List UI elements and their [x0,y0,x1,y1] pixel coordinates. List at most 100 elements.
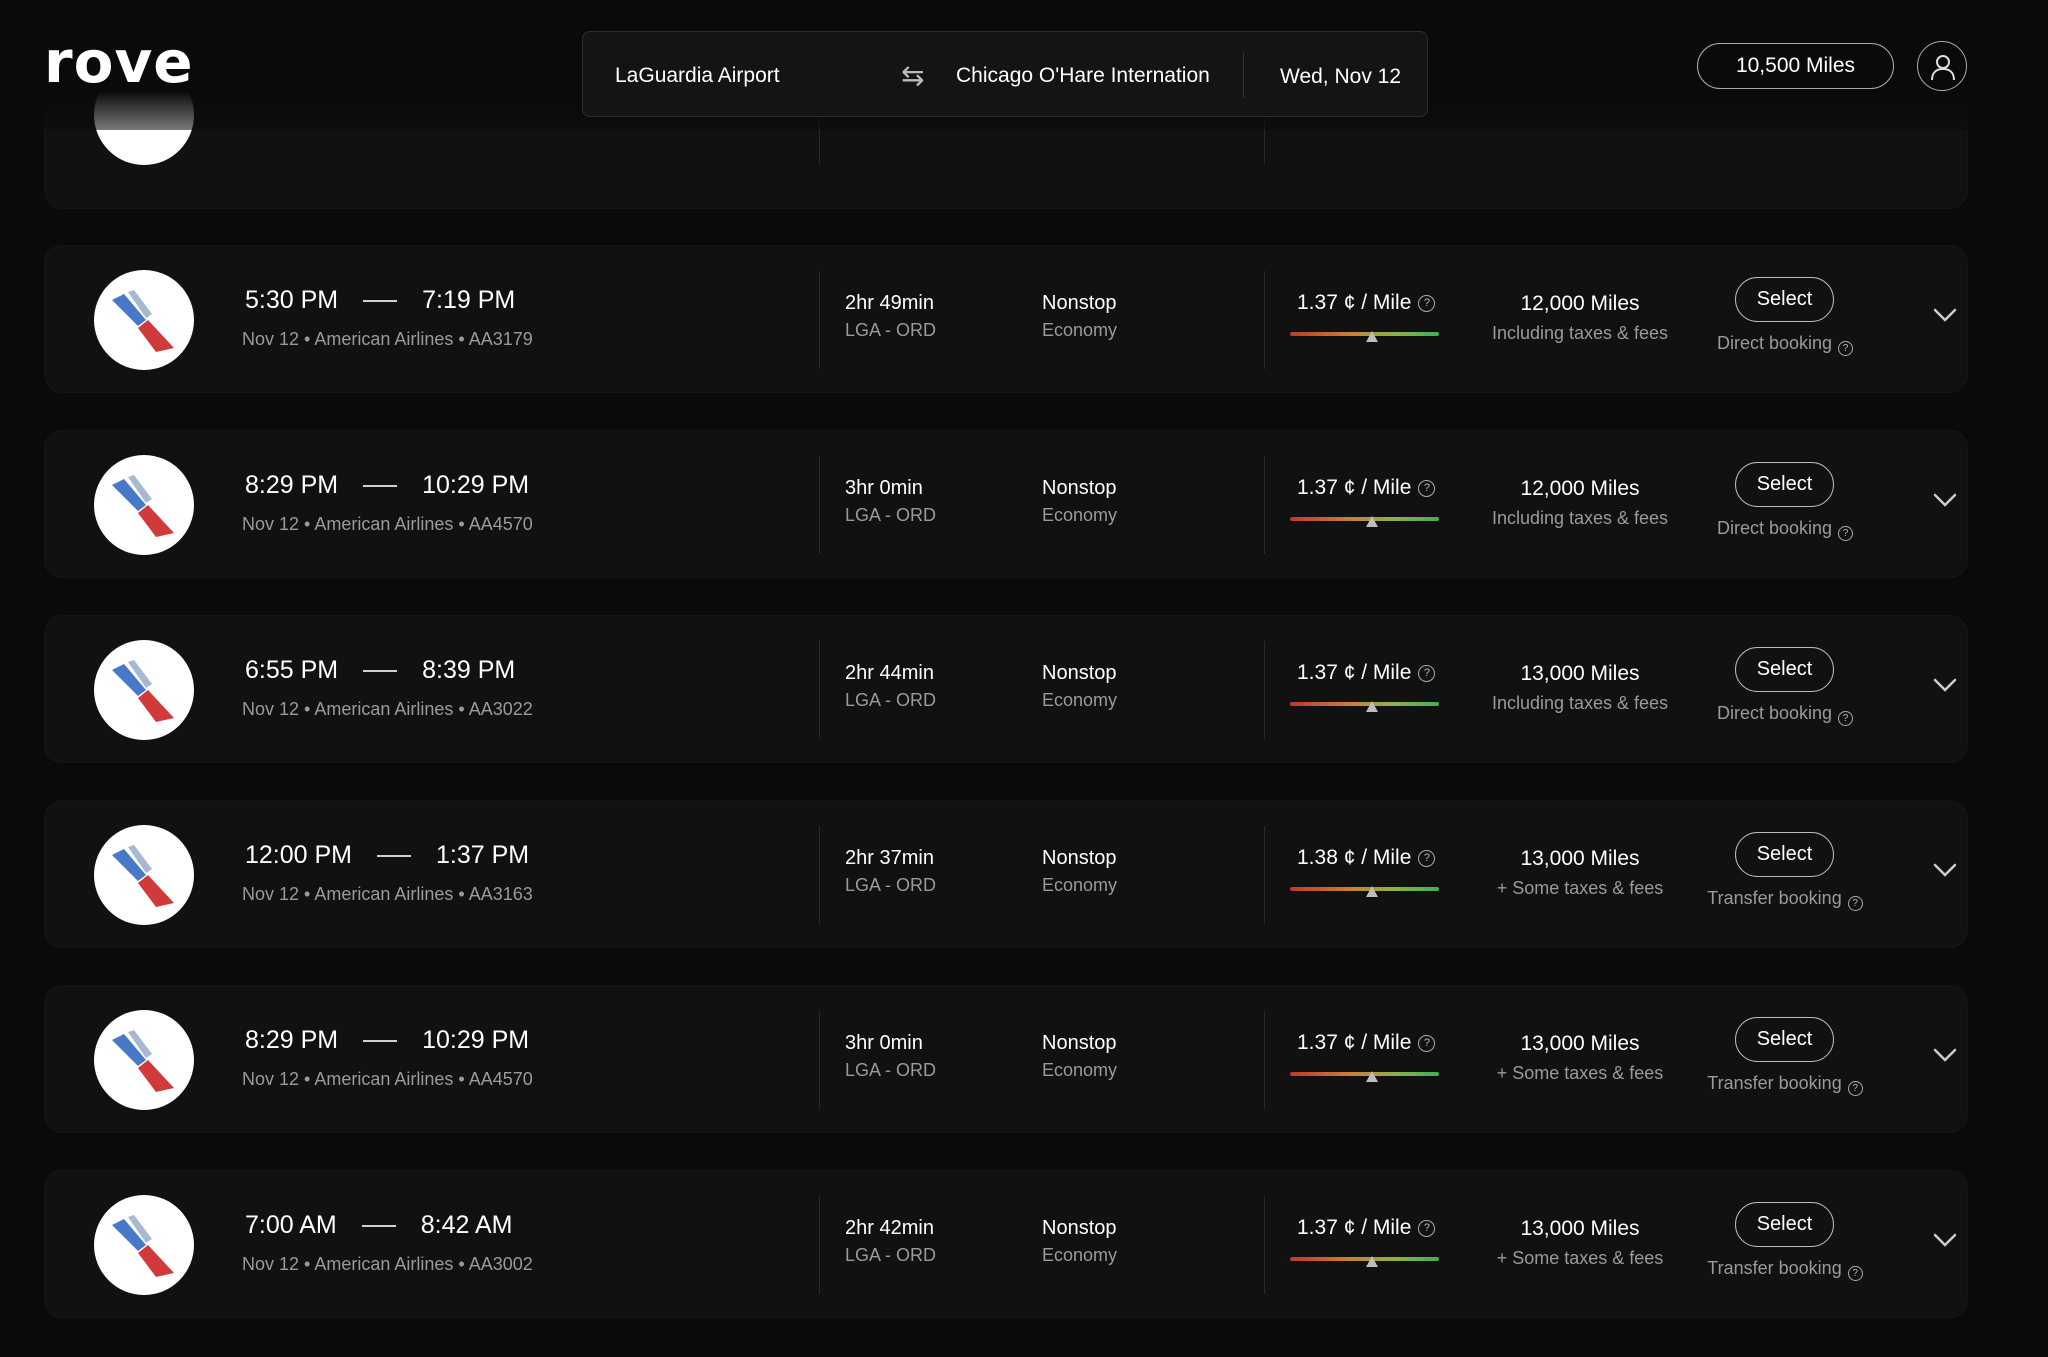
cabin-class: Economy [1042,320,1118,340]
question-circle-icon[interactable]: ? [1838,711,1854,726]
flight-times: 6:55 PM 8:39 PM [245,656,515,685]
question-circle-icon[interactable]: ? [1418,664,1436,682]
question-circle-icon[interactable]: ? [1418,294,1436,312]
question-circle-icon[interactable]: ? [1847,896,1863,911]
question-circle-icon[interactable]: ? [1418,849,1436,867]
card-divider [1264,456,1265,554]
booking-label: Transfer booking [1707,1258,1842,1278]
destination-field[interactable]: Chicago O'Hare Internation [956,64,1210,88]
card-divider [819,1196,820,1294]
airline-name: American Airlines [314,329,454,349]
time-separator [363,1039,398,1042]
question-circle-icon[interactable]: ? [1418,479,1436,497]
taxes-note: + Some taxes & fees [1496,1063,1664,1083]
cpm-value: 1.37 ¢ / Mile [1297,1031,1412,1054]
miles-balance-button[interactable]: 10,500 Miles [1697,43,1894,89]
time-separator [363,299,398,302]
chevron-down-icon[interactable] [1932,862,1958,878]
booking-type: Transfer booking? [1665,888,1905,911]
stops-label: Nonstop [1042,1032,1117,1054]
cpm-value: 1.38 ¢ / Mile [1297,846,1412,869]
flight-card[interactable]: 8:29 PM 10:29 PM Nov 12 • American Airli… [44,985,1968,1133]
flight-card[interactable]: 12:00 PM 1:37 PM Nov 12 • American Airli… [44,800,1968,948]
chevron-down-icon[interactable] [1932,307,1958,323]
booking-type: Direct booking? [1665,703,1905,726]
time-separator [363,484,398,487]
flight-duration: 2hr 44min [845,662,934,684]
origin-field[interactable]: LaGuardia Airport [615,64,780,88]
select-button[interactable]: Select [1735,277,1834,322]
flight-times: 12:00 PM 1:37 PM [245,841,529,870]
flight-card[interactable]: 7:00 AM 8:42 AM Nov 12 • American Airlin… [44,1170,1968,1318]
arrival-time: 10:29 PM [422,471,530,499]
booking-label: Direct booking [1716,703,1833,723]
miles-price: 13,000 Miles [1520,847,1640,870]
question-circle-icon[interactable]: ? [1838,526,1854,541]
flight-date: Nov 12 [242,884,300,904]
card-divider [819,1011,820,1109]
value-gauge [1290,331,1439,342]
card-divider [1264,1196,1265,1294]
profile-button[interactable] [1917,41,1967,91]
chevron-down-icon[interactable] [1932,492,1958,508]
taxes-note: Including taxes & fees [1491,693,1669,713]
flight-route: LGA - ORD [845,505,937,525]
select-button[interactable]: Select [1735,647,1834,692]
select-button[interactable]: Select [1735,832,1834,877]
flight-card[interactable]: 6:55 PM 8:39 PM Nov 12 • American Airlin… [44,615,1968,763]
question-circle-icon[interactable]: ? [1847,1081,1863,1096]
departure-time: 5:30 PM [245,286,339,314]
chevron-down-icon[interactable] [1932,677,1958,693]
taxes-note: Including taxes & fees [1491,508,1669,528]
swap-arrows-icon[interactable]: ⇆ [901,59,924,92]
stops-label: Nonstop [1042,292,1117,314]
select-button[interactable]: Select [1735,462,1834,507]
rove-logo[interactable]: rove [44,28,194,96]
flight-route: LGA - ORD [845,690,937,710]
chevron-down-icon[interactable] [1932,1232,1958,1248]
flight-meta: Nov 12 • American Airlines • AA3163 [242,884,533,904]
gauge-marker [1365,516,1378,527]
booking-label: Transfer booking [1707,888,1842,908]
american-airlines-logo [94,640,194,740]
cents-per-mile: 1.37 ¢ / Mile? [1297,1216,1436,1240]
stops-label: Nonstop [1042,1217,1117,1239]
flight-route: LGA - ORD [845,875,937,895]
value-gauge [1290,701,1439,712]
card-divider [1264,641,1265,739]
flight-card[interactable]: 8:29 PM 10:29 PM Nov 12 • American Airli… [44,430,1968,578]
flight-number: AA3022 [468,699,533,719]
airline-name: American Airlines [314,699,454,719]
flight-times: 5:30 PM 7:19 PM [245,286,515,315]
arrival-time: 8:42 AM [420,1211,513,1239]
cpm-value: 1.37 ¢ / Mile [1297,661,1412,684]
chevron-down-icon[interactable] [1932,1047,1958,1063]
american-airlines-logo [94,270,194,370]
question-circle-icon[interactable]: ? [1418,1219,1436,1237]
flight-meta: Nov 12 • American Airlines • AA3179 [242,329,533,349]
departure-time: 6:55 PM [245,656,339,684]
booking-type: Transfer booking? [1665,1073,1905,1096]
taxes-note: + Some taxes & fees [1496,878,1664,898]
date-field[interactable]: Wed, Nov 12 [1280,65,1401,89]
flight-route: LGA - ORD [845,1060,937,1080]
airline-name: American Airlines [314,1254,454,1274]
select-button[interactable]: Select [1735,1202,1834,1247]
card-divider [819,271,820,369]
question-circle-icon[interactable]: ? [1838,341,1854,356]
question-circle-icon[interactable]: ? [1847,1266,1863,1281]
flight-search-bar[interactable]: LaGuardia Airport ⇆ Chicago O'Hare Inter… [582,31,1428,117]
card-divider [819,456,820,554]
flight-card[interactable]: 5:30 PM 7:19 PM Nov 12 • American Airlin… [44,245,1968,393]
flight-route: LGA - ORD [845,1245,937,1265]
gauge-marker [1365,331,1378,342]
time-separator [377,854,412,857]
departure-time: 8:29 PM [245,1026,339,1054]
question-circle-icon[interactable]: ? [1418,1034,1436,1052]
cabin-class: Economy [1042,1245,1118,1265]
flight-route: LGA - ORD [845,320,937,340]
taxes-note: + Some taxes & fees [1496,1248,1664,1268]
flight-duration: 2hr 42min [845,1217,934,1239]
stops-label: Nonstop [1042,662,1117,684]
select-button[interactable]: Select [1735,1017,1834,1062]
